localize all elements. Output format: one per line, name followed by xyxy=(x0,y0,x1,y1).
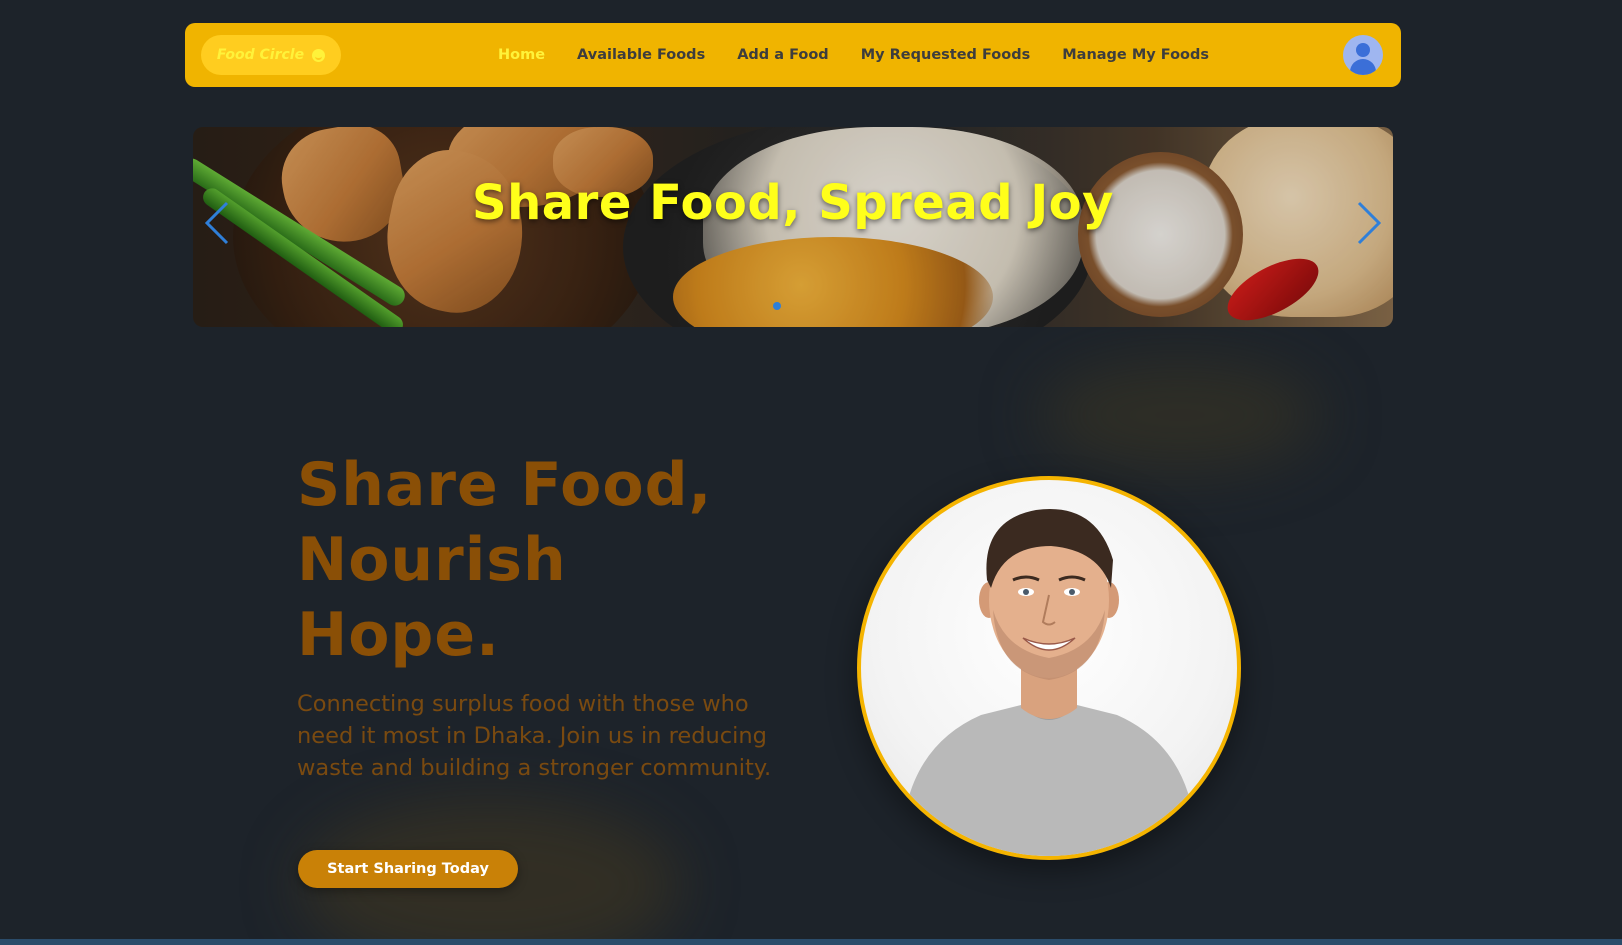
chevron-right-icon[interactable] xyxy=(1355,199,1383,247)
nav-link-home[interactable]: Home xyxy=(498,47,545,63)
banner-carousel: Share Food, Spread Joy xyxy=(193,127,1393,327)
nav-link-available-foods[interactable]: Available Foods xyxy=(577,47,705,63)
nav-link-my-requested-foods[interactable]: My Requested Foods xyxy=(861,47,1031,63)
chevron-left-icon[interactable] xyxy=(203,199,231,247)
navbar: Food Circle Home Available Foods Add a F… xyxy=(185,23,1401,87)
nav-links: Home Available Foods Add a Food My Reque… xyxy=(498,23,1209,87)
hero-title-line: Hope. xyxy=(297,600,500,670)
hero-title-line: Share Food, xyxy=(297,450,713,520)
user-avatar-icon[interactable] xyxy=(1343,35,1383,75)
brand-logo[interactable]: Food Circle xyxy=(201,35,341,75)
hero-title-line: Nourish xyxy=(297,525,567,595)
footer-edge xyxy=(0,939,1622,945)
start-sharing-button[interactable]: Start Sharing Today xyxy=(298,850,518,888)
nav-link-manage-my-foods[interactable]: Manage My Foods xyxy=(1062,47,1209,63)
hero-portrait xyxy=(857,476,1241,860)
smile-icon xyxy=(312,48,326,62)
person-photo xyxy=(901,509,1197,856)
avatar-body xyxy=(1350,59,1376,75)
nav-link-add-food[interactable]: Add a Food xyxy=(737,47,828,63)
background-glow xyxy=(1040,360,1320,470)
carousel-title: Share Food, Spread Joy xyxy=(472,175,1114,231)
brand-name: Food Circle xyxy=(216,47,305,63)
hero-description: Connecting surplus food with those who n… xyxy=(297,691,772,781)
carousel-dot[interactable] xyxy=(773,302,781,310)
hero-title: Share Food, Nourish Hope. xyxy=(297,448,777,673)
avatar-head xyxy=(1356,43,1370,57)
page: Food Circle Home Available Foods Add a F… xyxy=(0,0,1622,945)
